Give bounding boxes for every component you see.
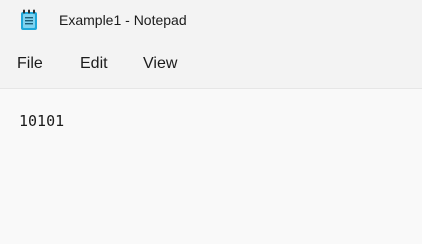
notepad-icon [20, 9, 38, 31]
menu-bar: File Edit View [0, 40, 422, 89]
menu-view[interactable]: View [143, 40, 177, 88]
title-bar[interactable]: Example1 - Notepad [0, 0, 422, 40]
window-title: Example1 - Notepad [59, 12, 187, 28]
text-editor[interactable]: 10101 [0, 89, 422, 244]
menu-file[interactable]: File [17, 40, 43, 88]
notepad-window: Example1 - Notepad File Edit View 10101 [0, 0, 422, 244]
menu-edit[interactable]: Edit [80, 40, 108, 88]
